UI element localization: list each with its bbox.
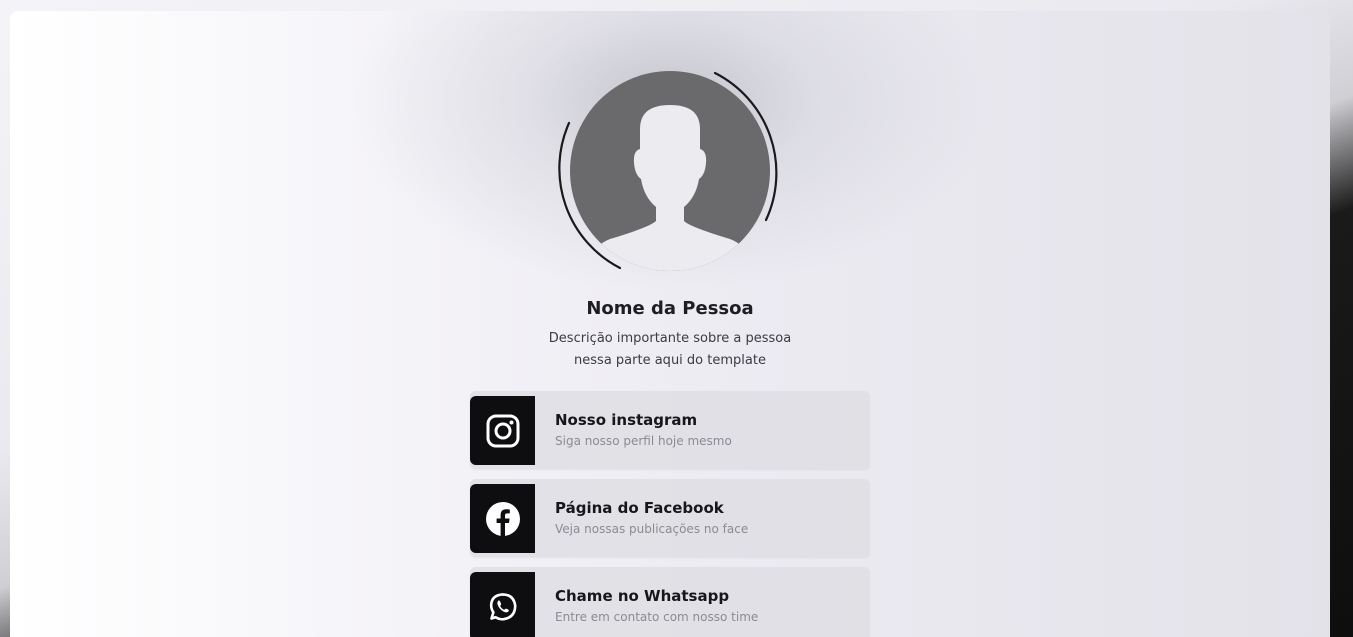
- link-list: Nosso instagram Siga nosso perfil hoje m…: [470, 391, 870, 637]
- avatar: [570, 71, 770, 271]
- link-icon-box: [470, 484, 535, 553]
- profile-description-line-2: nessa parte aqui do template: [574, 353, 766, 368]
- user-silhouette-icon: [584, 105, 756, 271]
- link-icon-box: [470, 572, 535, 637]
- whatsapp-icon: [489, 592, 516, 621]
- link-subtitle: Entre em contato com nosso time: [555, 610, 759, 624]
- profile-card: Nome da Pessoa Descrição importante sobr…: [10, 11, 1330, 637]
- link-title: Nosso instagram: [555, 411, 698, 429]
- link-icon-box: [470, 396, 535, 465]
- link-title: Página do Facebook: [555, 499, 724, 517]
- avatar-container: [557, 67, 783, 293]
- instagram-icon: [486, 414, 519, 447]
- link-facebook[interactable]: Página do Facebook Veja nossas publicaçõ…: [470, 479, 870, 557]
- link-subtitle: Veja nossas publicações no face: [555, 522, 749, 536]
- link-instagram[interactable]: Nosso instagram Siga nosso perfil hoje m…: [470, 391, 870, 469]
- link-whatsapp[interactable]: Chame no Whatsapp Entre em contato com n…: [470, 567, 870, 637]
- profile-description: Descrição importante sobre a pessoa ness…: [10, 328, 1330, 372]
- link-title: Chame no Whatsapp: [555, 587, 730, 605]
- link-subtitle: Siga nosso perfil hoje mesmo: [555, 434, 732, 448]
- profile-name: Nome da Pessoa: [586, 298, 754, 319]
- profile-description-line-1: Descrição importante sobre a pessoa: [548, 331, 792, 346]
- facebook-icon: [485, 501, 520, 536]
